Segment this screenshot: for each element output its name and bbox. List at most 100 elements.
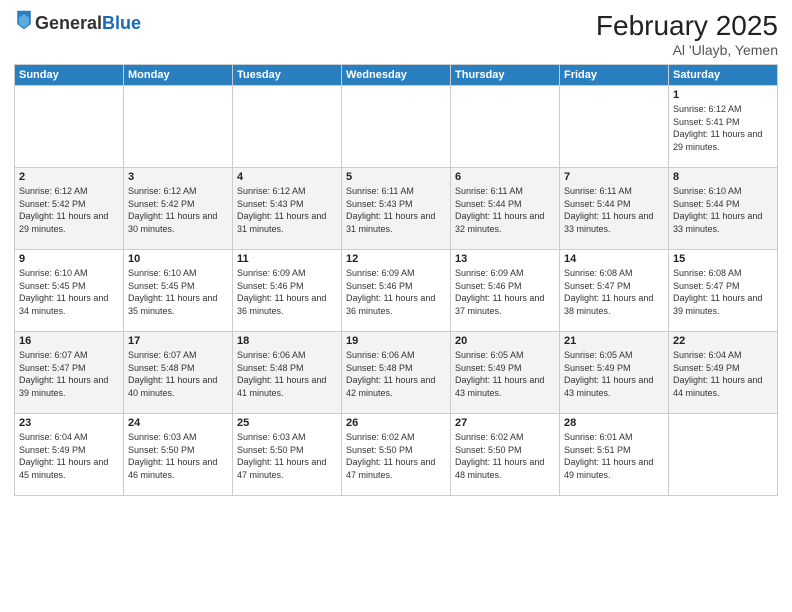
table-row: 20 Sunrise: 6:05 AM Sunset: 5:49 PM Dayli…: [451, 332, 560, 414]
location: Al 'Ulayb, Yemen: [596, 42, 778, 58]
day-number: 7: [564, 171, 664, 183]
day-info: Sunrise: 6:05 AM Sunset: 5:49 PM Dayligh…: [455, 349, 555, 399]
table-row: 25 Sunrise: 6:03 AM Sunset: 5:50 PM Dayli…: [233, 414, 342, 496]
day-info: Sunrise: 6:11 AM Sunset: 5:44 PM Dayligh…: [564, 185, 664, 235]
col-friday: Friday: [560, 65, 669, 86]
day-info: Sunrise: 6:09 AM Sunset: 5:46 PM Dayligh…: [455, 267, 555, 317]
day-info: Sunrise: 6:12 AM Sunset: 5:42 PM Dayligh…: [19, 185, 119, 235]
day-number: 13: [455, 253, 555, 265]
day-info: Sunrise: 6:02 AM Sunset: 5:50 PM Dayligh…: [346, 431, 446, 481]
table-row: 28Sunrise: 6:01 AM Sunset: 5:51 PM Dayli…: [560, 414, 669, 496]
logo-icon: [15, 9, 33, 31]
day-number: 28: [564, 417, 664, 429]
day-info: Sunrise: 6:05 AM Sunset: 5:49 PM Dayligh…: [564, 349, 664, 399]
calendar-week-row: 9 Sunrise: 6:10 AM Sunset: 5:45 PM Daylig…: [15, 250, 778, 332]
table-row: 9 Sunrise: 6:10 AM Sunset: 5:45 PM Daylig…: [15, 250, 124, 332]
month-title: February 2025: [596, 10, 778, 42]
col-monday: Monday: [124, 65, 233, 86]
col-wednesday: Wednesday: [342, 65, 451, 86]
day-number: 15: [673, 253, 773, 265]
day-info: Sunrise: 6:08 AM Sunset: 5:47 PM Dayligh…: [673, 267, 773, 317]
table-row: [15, 86, 124, 168]
day-number: 18: [237, 335, 337, 347]
day-number: 2: [19, 171, 119, 183]
col-thursday: Thursday: [451, 65, 560, 86]
table-row: 22Sunrise: 6:04 AM Sunset: 5:49 PM Dayli…: [669, 332, 778, 414]
day-number: 8: [673, 171, 773, 183]
table-row: 15 Sunrise: 6:08 AM Sunset: 5:47 PM Dayli…: [669, 250, 778, 332]
calendar-week-row: 16 Sunrise: 6:07 AM Sunset: 5:47 PM Dayli…: [15, 332, 778, 414]
calendar-header-row: Sunday Monday Tuesday Wednesday Thursday…: [15, 65, 778, 86]
day-number: 3: [128, 171, 228, 183]
day-number: 11: [237, 253, 337, 265]
table-row: 16 Sunrise: 6:07 AM Sunset: 5:47 PM Dayli…: [15, 332, 124, 414]
day-info: Sunrise: 6:12 AM Sunset: 5:43 PM Dayligh…: [237, 185, 337, 235]
day-number: 17: [128, 335, 228, 347]
day-info: Sunrise: 6:07 AM Sunset: 5:47 PM Dayligh…: [19, 349, 119, 399]
table-row: 6 Sunrise: 6:11 AM Sunset: 5:44 PM Daylig…: [451, 168, 560, 250]
logo: GeneralBlue: [14, 10, 141, 37]
day-info: Sunrise: 6:03 AM Sunset: 5:50 PM Dayligh…: [237, 431, 337, 481]
day-info: Sunrise: 6:12 AM Sunset: 5:41 PM Dayligh…: [673, 103, 773, 153]
table-row: 27 Sunrise: 6:02 AM Sunset: 5:50 PM Dayli…: [451, 414, 560, 496]
title-block: February 2025 Al 'Ulayb, Yemen: [596, 10, 778, 58]
day-number: 25: [237, 417, 337, 429]
day-info: Sunrise: 6:11 AM Sunset: 5:43 PM Dayligh…: [346, 185, 446, 235]
table-row: 1 Sunrise: 6:12 AM Sunset: 5:41 PM Daylig…: [669, 86, 778, 168]
day-number: 24: [128, 417, 228, 429]
table-row: 24 Sunrise: 6:03 AM Sunset: 5:50 PM Dayli…: [124, 414, 233, 496]
table-row: 5 Sunrise: 6:11 AM Sunset: 5:43 PM Daylig…: [342, 168, 451, 250]
day-number: 16: [19, 335, 119, 347]
col-sunday: Sunday: [15, 65, 124, 86]
calendar-week-row: 23 Sunrise: 6:04 AM Sunset: 5:49 PM Dayli…: [15, 414, 778, 496]
day-number: 19: [346, 335, 446, 347]
table-row: 23 Sunrise: 6:04 AM Sunset: 5:49 PM Dayli…: [15, 414, 124, 496]
day-number: 23: [19, 417, 119, 429]
day-info: Sunrise: 6:04 AM Sunset: 5:49 PM Dayligh…: [19, 431, 119, 481]
day-info: Sunrise: 6:06 AM Sunset: 5:48 PM Dayligh…: [346, 349, 446, 399]
calendar: Sunday Monday Tuesday Wednesday Thursday…: [14, 64, 778, 496]
table-row: [342, 86, 451, 168]
table-row: 26 Sunrise: 6:02 AM Sunset: 5:50 PM Dayli…: [342, 414, 451, 496]
logo-blue-text: Blue: [102, 13, 141, 33]
table-row: 21 Sunrise: 6:05 AM Sunset: 5:49 PM Dayli…: [560, 332, 669, 414]
col-saturday: Saturday: [669, 65, 778, 86]
day-info: Sunrise: 6:12 AM Sunset: 5:42 PM Dayligh…: [128, 185, 228, 235]
table-row: [451, 86, 560, 168]
logo-general-text: General: [35, 13, 102, 33]
table-row: 17 Sunrise: 6:07 AM Sunset: 5:48 PM Dayli…: [124, 332, 233, 414]
table-row: [233, 86, 342, 168]
day-info: Sunrise: 6:11 AM Sunset: 5:44 PM Dayligh…: [455, 185, 555, 235]
day-number: 1: [673, 89, 773, 101]
day-info: Sunrise: 6:10 AM Sunset: 5:44 PM Dayligh…: [673, 185, 773, 235]
header: GeneralBlue February 2025 Al 'Ulayb, Yem…: [14, 10, 778, 58]
day-number: 20: [455, 335, 555, 347]
table-row: 11 Sunrise: 6:09 AM Sunset: 5:46 PM Dayli…: [233, 250, 342, 332]
day-info: Sunrise: 6:02 AM Sunset: 5:50 PM Dayligh…: [455, 431, 555, 481]
day-number: 5: [346, 171, 446, 183]
day-info: Sunrise: 6:08 AM Sunset: 5:47 PM Dayligh…: [564, 267, 664, 317]
calendar-week-row: 2 Sunrise: 6:12 AM Sunset: 5:42 PM Daylig…: [15, 168, 778, 250]
table-row: 7 Sunrise: 6:11 AM Sunset: 5:44 PM Daylig…: [560, 168, 669, 250]
day-info: Sunrise: 6:09 AM Sunset: 5:46 PM Dayligh…: [346, 267, 446, 317]
day-number: 10: [128, 253, 228, 265]
day-info: Sunrise: 6:03 AM Sunset: 5:50 PM Dayligh…: [128, 431, 228, 481]
day-number: 22: [673, 335, 773, 347]
page: GeneralBlue February 2025 Al 'Ulayb, Yem…: [0, 0, 792, 612]
day-info: Sunrise: 6:10 AM Sunset: 5:45 PM Dayligh…: [19, 267, 119, 317]
day-info: Sunrise: 6:09 AM Sunset: 5:46 PM Dayligh…: [237, 267, 337, 317]
table-row: 12Sunrise: 6:09 AM Sunset: 5:46 PM Dayli…: [342, 250, 451, 332]
calendar-week-row: 1 Sunrise: 6:12 AM Sunset: 5:41 PM Daylig…: [15, 86, 778, 168]
table-row: 3 Sunrise: 6:12 AM Sunset: 5:42 PM Daylig…: [124, 168, 233, 250]
table-row: [560, 86, 669, 168]
table-row: 14Sunrise: 6:08 AM Sunset: 5:47 PM Dayli…: [560, 250, 669, 332]
day-number: 21: [564, 335, 664, 347]
day-number: 27: [455, 417, 555, 429]
day-number: 6: [455, 171, 555, 183]
day-info: Sunrise: 6:07 AM Sunset: 5:48 PM Dayligh…: [128, 349, 228, 399]
day-number: 26: [346, 417, 446, 429]
table-row: 8 Sunrise: 6:10 AM Sunset: 5:44 PM Daylig…: [669, 168, 778, 250]
table-row: [669, 414, 778, 496]
day-number: 9: [19, 253, 119, 265]
col-tuesday: Tuesday: [233, 65, 342, 86]
